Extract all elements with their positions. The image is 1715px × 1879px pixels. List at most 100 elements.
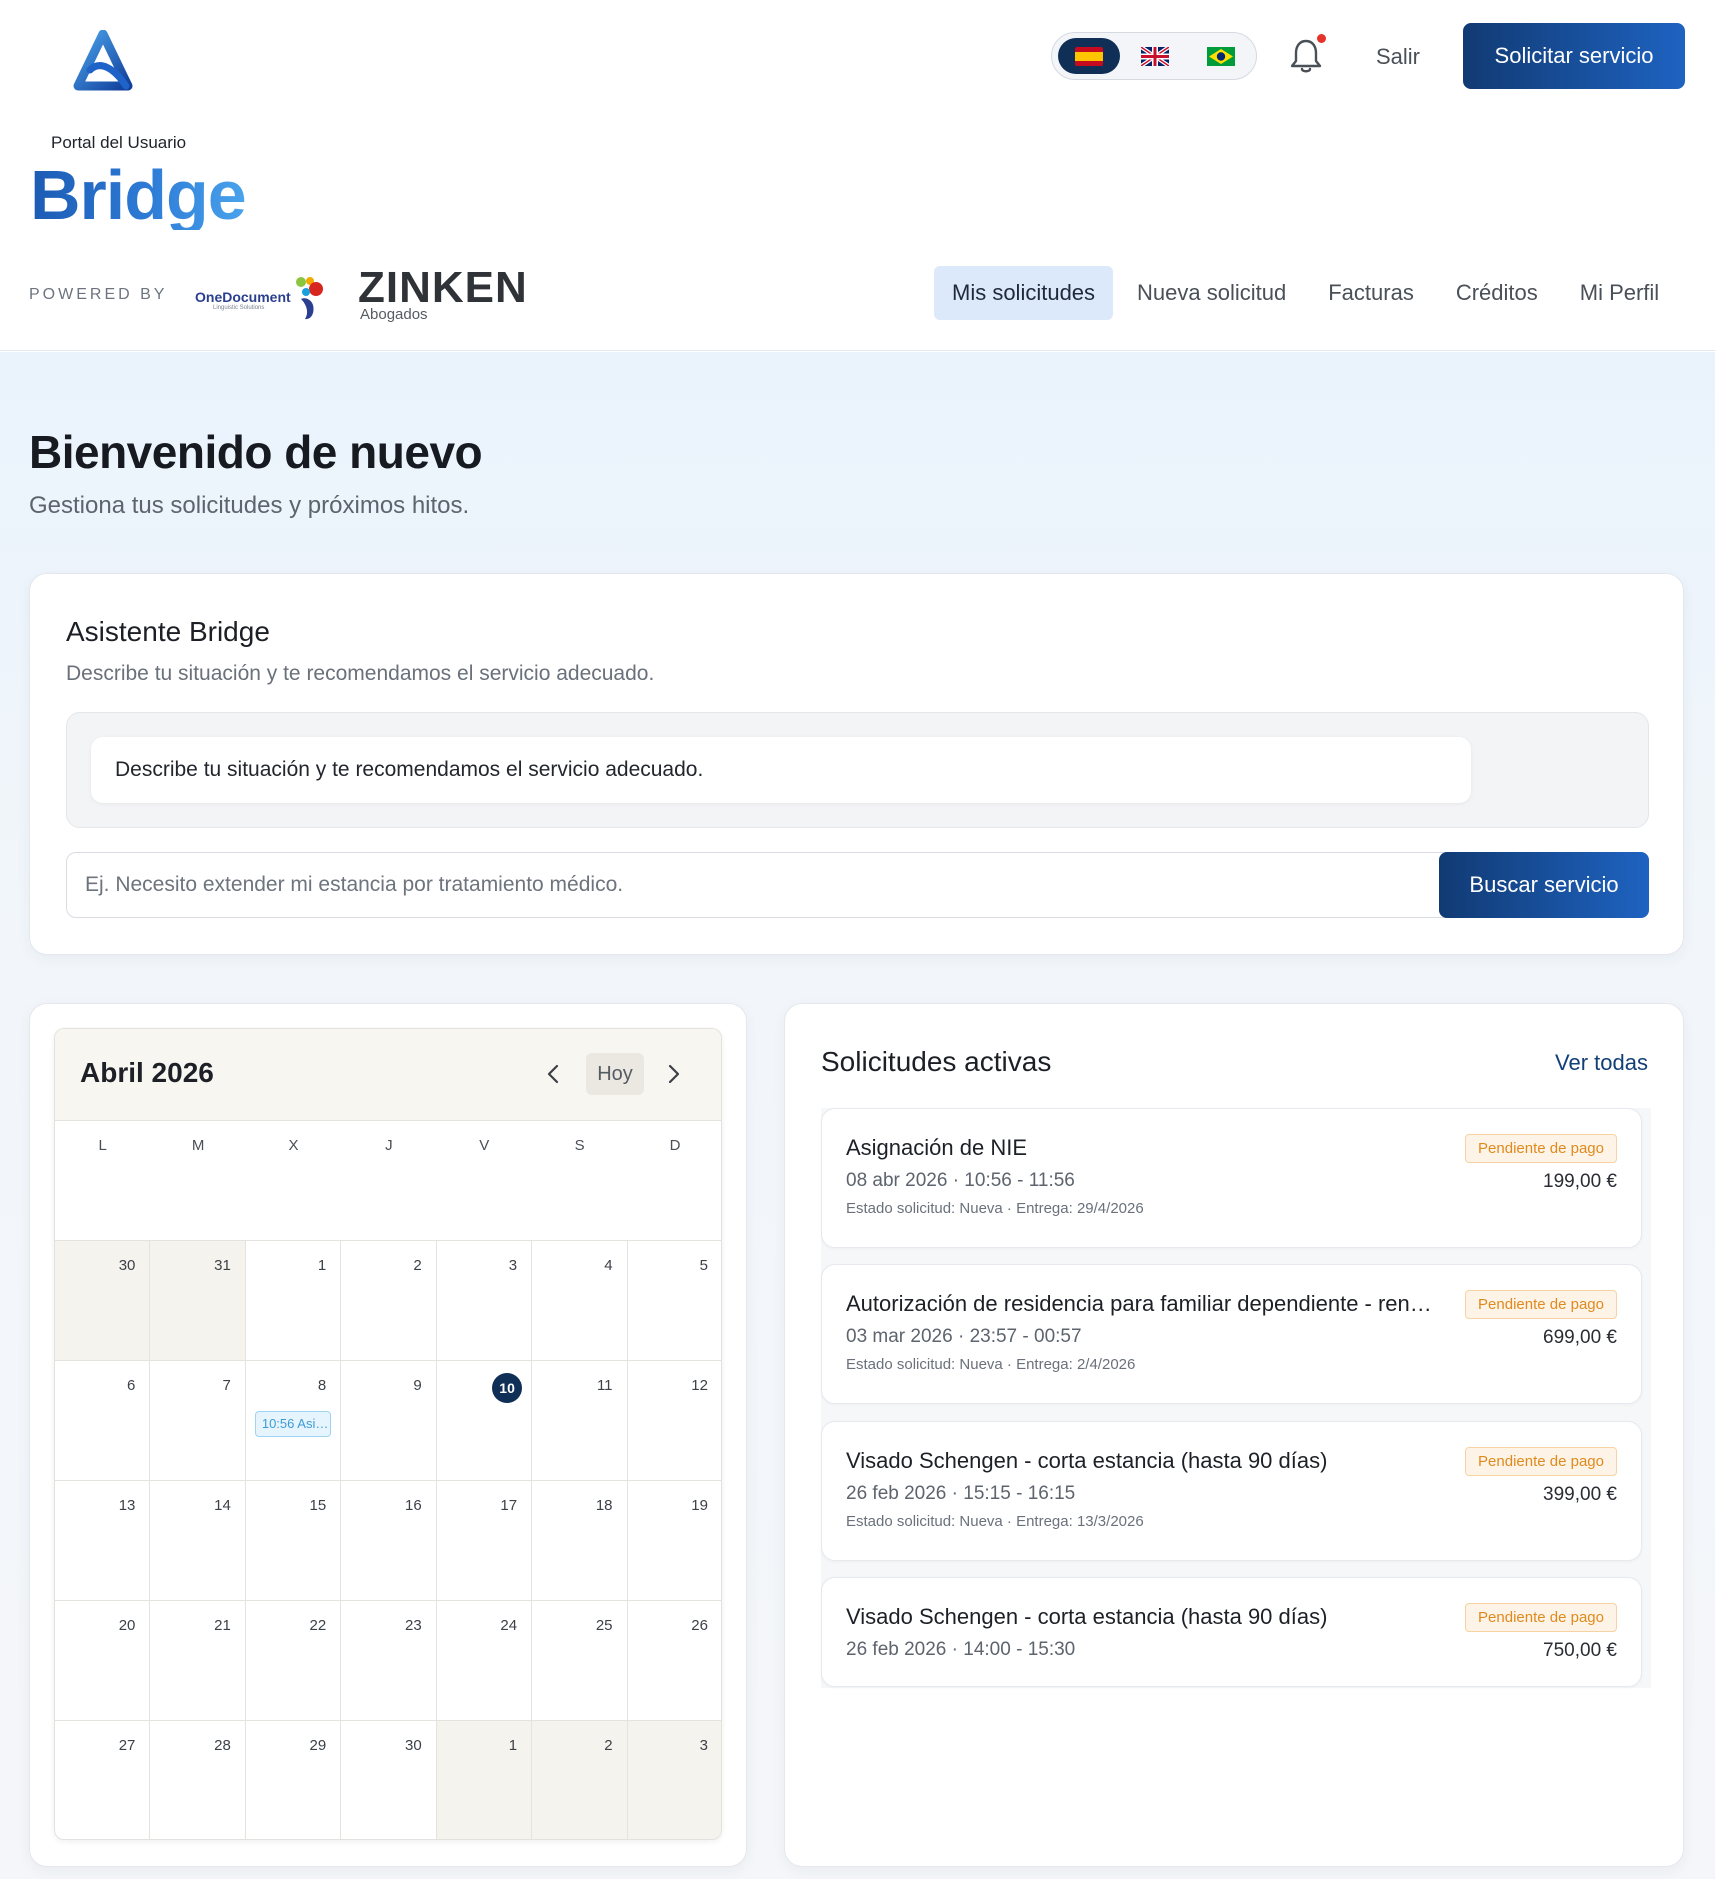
request-price: 699,00 €	[1543, 1327, 1617, 1348]
weekday-label: V	[479, 1137, 490, 1154]
calendar-day-number: 30	[118, 1257, 136, 1274]
onedocument-logo: OneDocument Linguistic Solutions	[195, 273, 325, 323]
calendar-day-number: 26	[691, 1617, 708, 1634]
calendar-day[interactable]: 27	[55, 1721, 151, 1839]
calendar-day[interactable]: 28	[150, 1721, 246, 1839]
calendar-day[interactable]: 21	[150, 1601, 246, 1721]
calendar-day[interactable]: 30	[341, 1721, 437, 1839]
request-date: 26 feb 2026 · 15:15 - 16:15	[846, 1483, 1076, 1504]
assistant-title: Asistente Bridge	[66, 616, 270, 647]
calendar-day[interactable]: 25	[532, 1601, 628, 1721]
calendar-day[interactable]: 4	[532, 1241, 628, 1361]
nav-mis-solicitudes[interactable]: Mis solicitudes	[934, 266, 1114, 320]
calendar-day[interactable]: 6	[55, 1361, 151, 1481]
calendar-day-number: 17	[500, 1497, 518, 1514]
request-item[interactable]: Autorización de residencia para familiar…	[821, 1264, 1642, 1404]
calendar-day[interactable]: 13	[55, 1481, 151, 1601]
language-es-button[interactable]	[1058, 38, 1120, 74]
calendar-day[interactable]: 17	[436, 1481, 533, 1601]
assistant-search-input[interactable]	[66, 852, 1487, 918]
calendar-day[interactable]: 26	[627, 1601, 721, 1721]
calendar-day[interactable]: 9	[341, 1361, 437, 1481]
request-item[interactable]: Asignación de NIE 08 abr 2026 · 10:56 - …	[821, 1108, 1642, 1248]
calendar-day[interactable]: 3	[627, 1721, 721, 1839]
nav-mi-perfil[interactable]: Mi Perfil	[1562, 266, 1677, 320]
nav-facturas[interactable]: Facturas	[1310, 266, 1432, 320]
calendar-day[interactable]: 29	[246, 1721, 342, 1839]
calendar-day-number: 29	[309, 1737, 327, 1754]
calendar-day[interactable]: 11	[532, 1361, 628, 1481]
calendar-today-button[interactable]: Hoy	[586, 1053, 644, 1095]
calendar-prev-button[interactable]	[538, 1059, 568, 1089]
calendar-day[interactable]: 15	[245, 1481, 342, 1601]
portal-label: Portal del Usuario	[51, 133, 187, 152]
calendar-day[interactable]: 22	[245, 1601, 342, 1721]
calendar-day-number: 27	[118, 1737, 136, 1754]
calendar-day-number: 15	[309, 1497, 327, 1514]
calendar-day-number: 23	[404, 1617, 422, 1634]
calendar-day[interactable]: 16	[341, 1481, 437, 1601]
calendar-day[interactable]: 5	[627, 1241, 721, 1361]
calendar-day-number: 28	[214, 1737, 231, 1754]
calendar-day[interactable]: 3	[436, 1241, 533, 1361]
calendar-day[interactable]: 31	[150, 1241, 246, 1361]
calendar-day[interactable]: 24	[436, 1601, 533, 1721]
calendar-day[interactable]: 30	[55, 1241, 151, 1361]
request-meta: Estado solicitud: Nueva · Entrega: 13/3/…	[846, 1513, 1144, 1530]
language-pt-button[interactable]	[1190, 38, 1252, 74]
calendar-event[interactable]: 10:56 Asignación de NIE	[254, 1411, 331, 1437]
calendar-next-button[interactable]	[659, 1059, 689, 1089]
active-requests-title: Solicitudes activas	[821, 1046, 1052, 1077]
onedocument-mark-icon	[296, 277, 323, 320]
calendar-grid: 30311234567810:56 Asignación de NIE91011…	[55, 1241, 721, 1839]
calendar-day[interactable]: 8 10:56 Asignación de NIE	[245, 1361, 342, 1481]
calendar-day[interactable]: 10	[436, 1361, 533, 1481]
page-subtitle: Gestiona tus solicitudes y próximos hito…	[29, 492, 470, 519]
nav-nueva-solicitud[interactable]: Nueva solicitud	[1119, 266, 1304, 320]
request-price: 199,00 €	[1543, 1171, 1617, 1192]
calendar-day[interactable]: 14	[150, 1481, 246, 1601]
language-en-button[interactable]	[1124, 38, 1186, 74]
notifications-bell-icon[interactable]	[1289, 37, 1323, 75]
calendar-day[interactable]: 2	[341, 1241, 437, 1361]
calendar-day[interactable]: 23	[341, 1601, 437, 1721]
calendar-day-number: 8	[317, 1377, 327, 1394]
logout-link[interactable]: Salir	[1376, 44, 1420, 70]
nav-creditos[interactable]: Créditos	[1438, 266, 1556, 320]
calendar-day[interactable]: 20	[55, 1601, 151, 1721]
calendar-day-number: 2	[413, 1257, 422, 1274]
calendar-day-number: 20	[118, 1617, 136, 1634]
view-all-link[interactable]: Ver todas	[1555, 1050, 1648, 1076]
weekday-label: X	[288, 1137, 299, 1154]
main-content: Bienvenido de nuevo Gestiona tus solicit…	[0, 352, 1715, 1879]
calendar-day[interactable]: 1	[245, 1241, 342, 1361]
calendar-day[interactable]: 2	[532, 1721, 628, 1839]
calendar-day-number: 1	[317, 1257, 327, 1274]
weekday-label: J	[385, 1137, 393, 1154]
calendar-day-number: 5	[699, 1257, 708, 1274]
request-item[interactable]: Visado Schengen - corta estancia (hasta …	[821, 1577, 1642, 1687]
calendar-day-number: 13	[118, 1497, 136, 1514]
calendar-day[interactable]: 1	[436, 1721, 533, 1839]
app-header: Portal del Usuario Bridge POWERED BY One…	[0, 0, 1715, 351]
request-item[interactable]: Visado Schengen - corta estancia (hasta …	[821, 1421, 1642, 1561]
notification-dot	[1317, 34, 1326, 43]
calendar: Abril 2026 Hoy LMXJVSD 30 31 1 2 3 4 5 6 7 8 10:56…	[54, 1028, 722, 1840]
weekday-label: L	[98, 1137, 107, 1154]
zinken-name: ZINKEN	[358, 263, 528, 312]
calendar-day[interactable]: 18	[532, 1481, 628, 1601]
calendar-day[interactable]: 12	[627, 1361, 721, 1481]
calendar-day[interactable]: 7	[150, 1361, 246, 1481]
page-title: Bienvenido de nuevo	[29, 426, 483, 478]
search-service-button[interactable]: Buscar servicio	[1439, 852, 1649, 918]
calendar-day-number: 4	[604, 1257, 613, 1274]
bridge-logo-icon[interactable]	[70, 30, 136, 96]
request-name: Visado Schengen - corta estancia (hasta …	[846, 1604, 1328, 1629]
request-name: Visado Schengen - corta estancia (hasta …	[846, 1448, 1328, 1473]
calendar-day-number: 1	[508, 1737, 518, 1754]
request-date: 08 abr 2026 · 10:56 - 11:56	[846, 1170, 1075, 1191]
calendar-day[interactable]: 19	[627, 1481, 721, 1601]
request-service-button[interactable]: Solicitar servicio	[1463, 23, 1685, 89]
active-requests-card: Solicitudes activas Ver todas Asignación…	[784, 1003, 1684, 1867]
request-price: 750,00 €	[1543, 1640, 1617, 1661]
